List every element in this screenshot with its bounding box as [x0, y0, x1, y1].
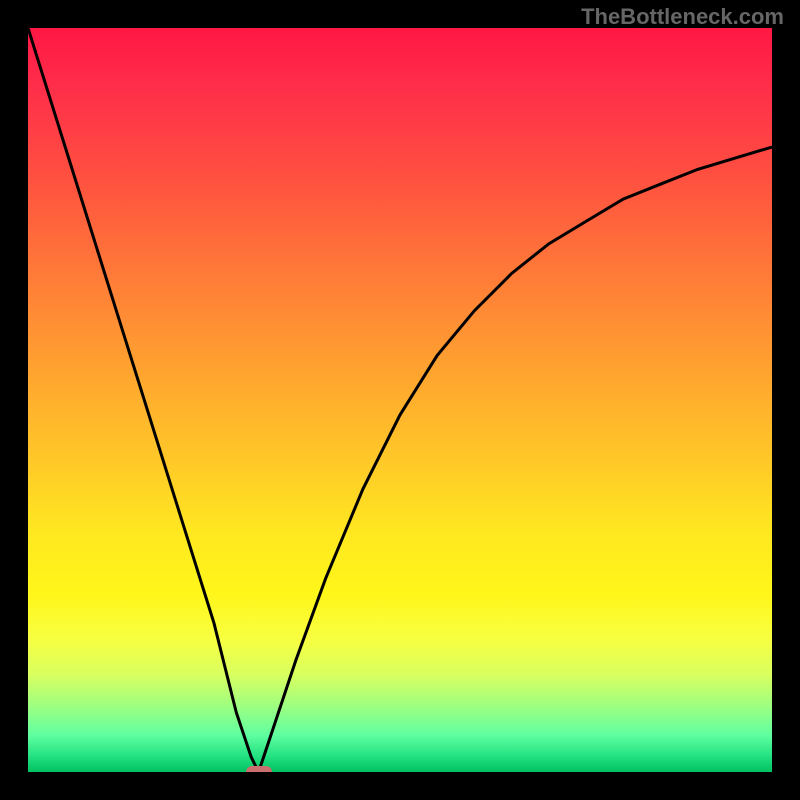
curve-path [28, 28, 772, 772]
curve-svg [28, 28, 772, 772]
plot-area [28, 28, 772, 772]
watermark-text: TheBottleneck.com [581, 4, 784, 30]
min-marker [246, 766, 272, 772]
